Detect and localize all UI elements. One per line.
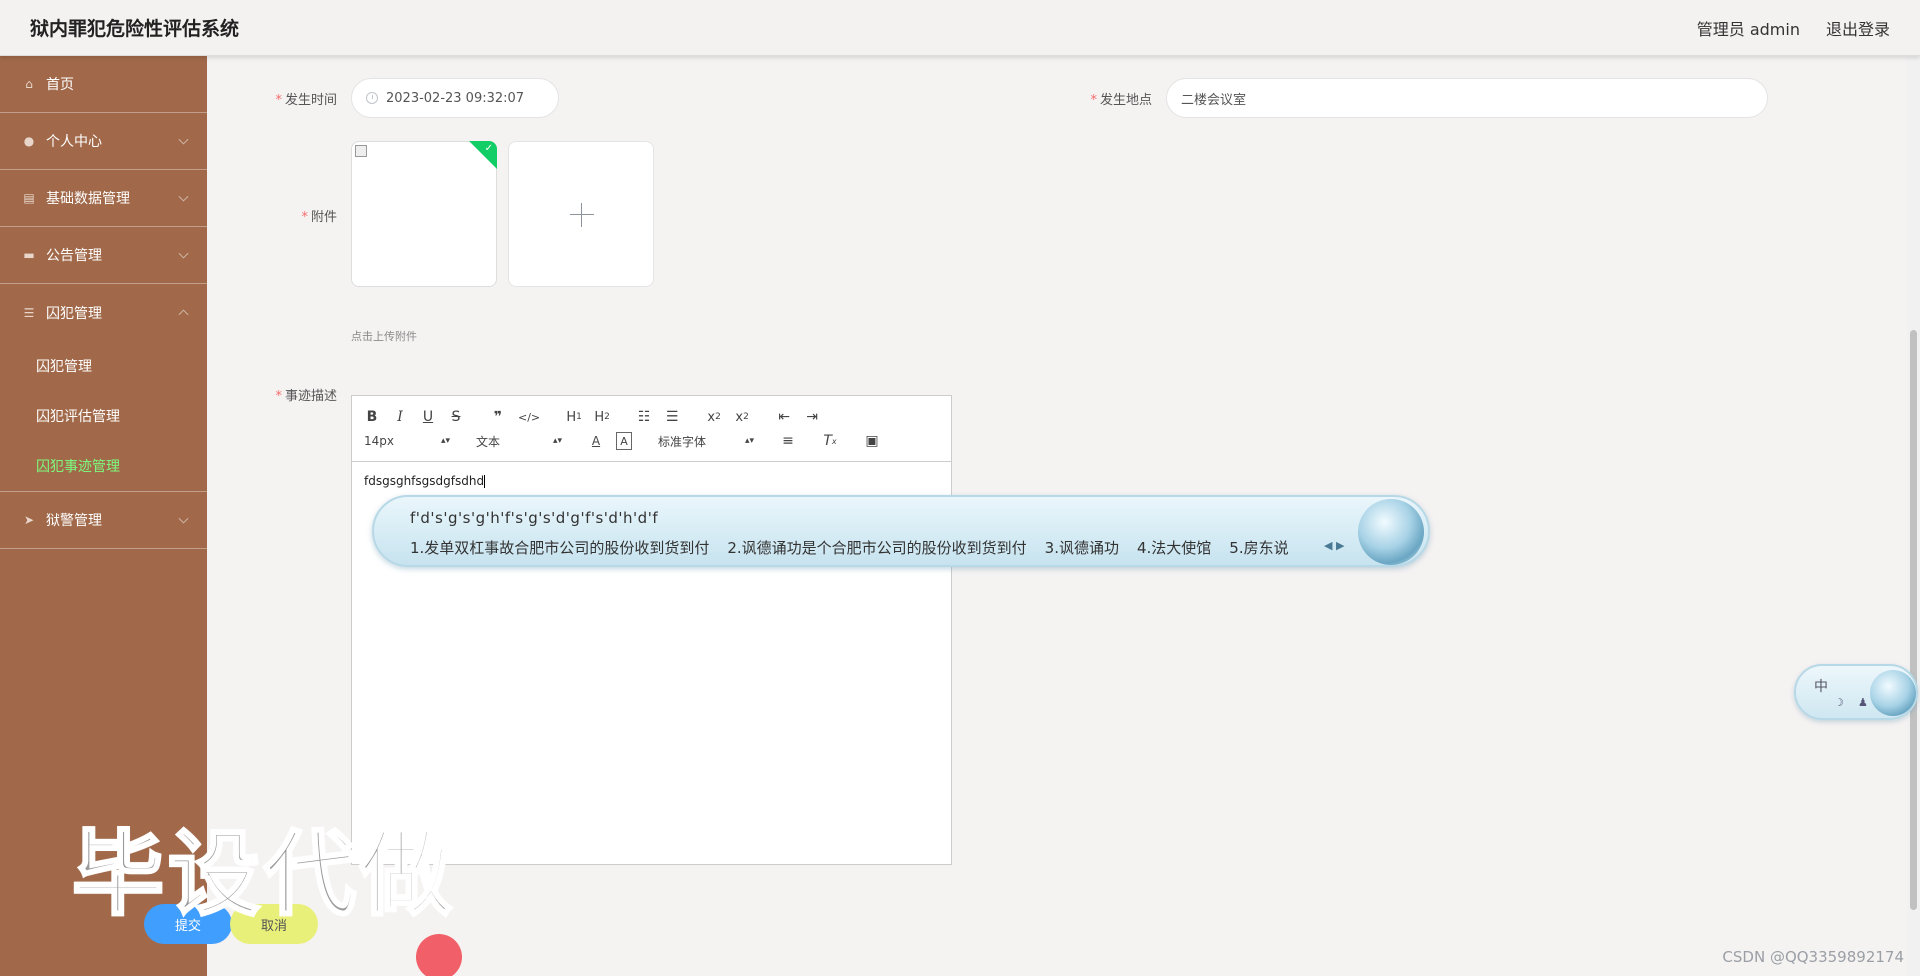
place-value: 二楼会议室 (1181, 92, 1247, 108)
subscript-icon[interactable]: x2 (706, 408, 722, 426)
editor-toolbar: B I U S ❞ </> H1 H2 ☷ ☰ x2 x2 ⇤ ⇥ 14px ▴… (352, 396, 951, 462)
user-icon: ● (23, 134, 35, 148)
sidebar-submenu: 囚犯管理 囚犯评估管理 囚犯事迹管理 (0, 341, 207, 492)
ime-status-bar[interactable]: 中 ☽ ♟ (1794, 664, 1918, 720)
sidebar-item-label: 首页 (46, 77, 74, 93)
desc-label: * 事迹描述 (275, 389, 337, 404)
upload-add-button[interactable] (508, 141, 654, 287)
attach-hint: 点击上传附件 (351, 330, 417, 343)
ime-candidate[interactable]: 2.讽德诵功是个合肥市公司的股份收到货到付 (727, 537, 1026, 558)
logout-link[interactable]: 退出登录 (1826, 16, 1890, 40)
outdent-icon[interactable]: ⇤ (776, 408, 792, 426)
chevron-down-icon (178, 134, 189, 145)
time-input[interactable]: 2023-02-23 09:32:07 (351, 78, 559, 118)
send-icon: ➤ (23, 513, 35, 527)
sidebar-item-prisoner[interactable]: ☰ 囚犯管理 (0, 284, 207, 341)
sidebar-item-home[interactable]: ⌂ 首页 (0, 56, 207, 113)
clear-format-icon[interactable]: Tx (822, 432, 838, 450)
sidebar-item-label: 基础数据管理 (46, 191, 130, 207)
image-icon[interactable]: ▣ (864, 432, 880, 450)
sidebar-item-notice[interactable]: ▬ 公告管理 (0, 227, 207, 284)
clock-icon (366, 92, 378, 104)
ime-pinyin: f'd's'g's'g'h'f's'g's'd'g'f's'd'h'd'f (410, 509, 659, 527)
italic-icon[interactable]: I (392, 408, 408, 426)
ime-skin-decoration (1358, 499, 1424, 565)
block-format-select[interactable]: 文本 ▴▾ (476, 433, 562, 450)
watermark-text: 毕设代做 (70, 820, 457, 930)
database-icon: ▤ (23, 191, 35, 205)
ime-candidate[interactable]: 3.讽德诵功 (1045, 537, 1119, 558)
skin-icon: ♟ (1858, 696, 1868, 709)
place-input[interactable]: 二楼会议室 (1166, 78, 1768, 118)
plus-icon (570, 214, 594, 215)
background-color-icon[interactable]: A (616, 432, 632, 450)
ime-page-arrows-icon[interactable]: ◀ ▶ (1324, 539, 1344, 552)
admin-user[interactable]: 管理员 admin (1697, 16, 1800, 40)
chevron-up-icon (178, 308, 189, 319)
header-right: 管理员 admin 退出登录 (1697, 16, 1890, 40)
ime-candidate[interactable]: 4.法大使馆 (1137, 537, 1211, 558)
sidebar-item-basic-data[interactable]: ▤ 基础数据管理 (0, 170, 207, 227)
click-indicator (416, 934, 462, 976)
check-icon: ✓ (484, 143, 493, 154)
editor-text: fdsgsghfsgsdgfsdhd (364, 474, 485, 488)
strike-icon[interactable]: S (448, 408, 464, 426)
h2-icon[interactable]: H2 (594, 408, 610, 426)
time-value: 2023-02-23 09:32:07 (386, 90, 525, 106)
chevron-down-icon (178, 191, 189, 202)
bullet-list-icon[interactable]: ☰ (664, 408, 680, 426)
indent-icon[interactable]: ⇥ (804, 408, 820, 426)
place-label: * 发生地点 (1090, 93, 1152, 108)
chat-icon: ▬ (23, 248, 35, 262)
font-color-icon[interactable]: A (588, 432, 604, 450)
sidebar-item-label: 囚犯管理 (46, 305, 102, 322)
sidebar-subitem-assessment[interactable]: 囚犯评估管理 (0, 391, 207, 441)
moon-icon: ☽ (1834, 696, 1844, 709)
ime-skin-decoration (1870, 670, 1916, 716)
superscript-icon[interactable]: x2 (734, 408, 750, 426)
sidebar-item-label: 公告管理 (46, 248, 102, 264)
app-title: 狱内罪犯危险性评估系统 (30, 18, 240, 40)
sidebar-subitem-prisoner[interactable]: 囚犯管理 (0, 341, 207, 391)
ime-candidate-list: 1.发单双杠事故合肥市公司的股份收到货到付 2.讽德诵功是个合肥市公司的股份收到… (410, 537, 1289, 558)
broken-image-icon (355, 145, 367, 157)
underline-icon[interactable]: U (420, 408, 436, 426)
ime-candidate-window: f'd's'g's'g'h'f's'g's'd'g'f's'd'h'd'f 1.… (372, 495, 1430, 567)
sidebar-item-label: 狱警管理 (46, 513, 102, 529)
ime-candidate[interactable]: 5.房东说 (1229, 537, 1288, 558)
chevron-down-icon (178, 248, 189, 259)
font-size-select[interactable]: 14px ▴▾ (364, 434, 450, 448)
align-icon[interactable]: ≡ (780, 432, 796, 450)
blockquote-icon[interactable]: ❞ (490, 408, 506, 426)
csdn-watermark: CSDN @QQ3359892174 (1722, 948, 1904, 966)
bold-icon[interactable]: B (364, 408, 380, 426)
sidebar-item-label: 个人中心 (46, 134, 102, 150)
uploaded-file[interactable]: ✓ (351, 141, 497, 287)
sidebar-item-profile[interactable]: ● 个人中心 (0, 113, 207, 170)
sidebar-item-guard[interactable]: ➤ 狱警管理 (0, 492, 207, 549)
ime-mode-indicator: 中 (1814, 679, 1828, 695)
sidebar-subitem-deeds[interactable]: 囚犯事迹管理 (0, 441, 207, 491)
scrollbar-thumb[interactable] (1910, 330, 1917, 910)
rich-text-editor: B I U S ❞ </> H1 H2 ☷ ☰ x2 x2 ⇤ ⇥ 14px ▴… (351, 395, 952, 865)
header: 狱内罪犯危险性评估系统 管理员 admin 退出登录 (0, 0, 1920, 56)
ordered-list-icon[interactable]: ☷ (636, 408, 652, 426)
list-icon: ☰ (23, 305, 35, 320)
text-caret (484, 475, 486, 488)
ime-candidate[interactable]: 1.发单双杠事故合肥市公司的股份收到货到付 (410, 537, 709, 558)
h1-icon[interactable]: H1 (566, 408, 582, 426)
code-icon[interactable]: </> (518, 408, 540, 426)
chevron-down-icon (178, 513, 189, 524)
attach-label: * 附件 (301, 210, 337, 225)
font-family-select[interactable]: 标准字体 ▴▾ (658, 433, 754, 450)
home-icon: ⌂ (25, 77, 33, 91)
time-label: * 发生时间 (275, 93, 337, 108)
